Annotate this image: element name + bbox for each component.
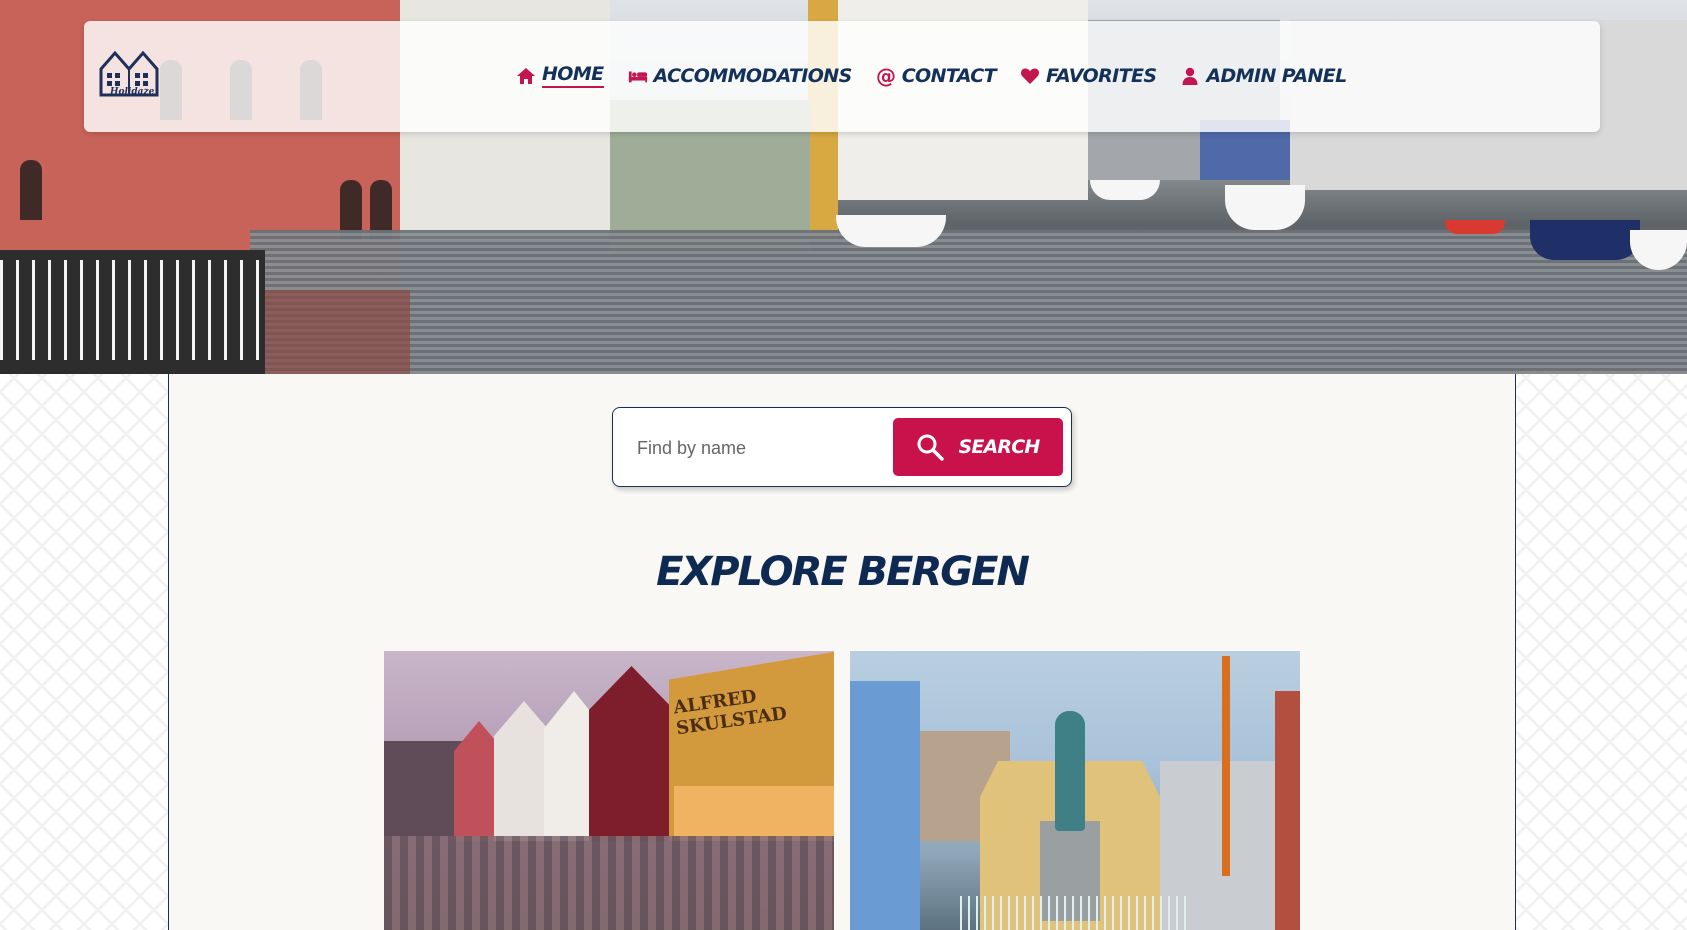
home-icon (517, 67, 535, 84)
search-button-label: Search (958, 436, 1040, 458)
hero-water-reflection (260, 290, 410, 374)
nav-item-label: Contact (901, 64, 997, 87)
user-icon (1182, 67, 1198, 85)
hero-water (250, 230, 1687, 374)
hero-boat-small (1090, 180, 1160, 200)
explore-card-bryggen[interactable]: ALFRED SKULSTAD (384, 651, 834, 930)
at-icon: @ (876, 63, 896, 88)
nav-item-contact[interactable]: @ Contact (876, 63, 997, 88)
main-navbar: Holidaze Home Accommodations @ Contact (84, 21, 1600, 132)
nav-item-accommodations[interactable]: Accommodations (628, 65, 852, 87)
nav-item-label: Accommodations (653, 64, 853, 87)
search-form: Search (612, 407, 1072, 487)
card-image-crane (1222, 656, 1230, 876)
main-content: Search Explore Bergen ALFRED SKULSTAD (168, 374, 1516, 930)
search-button[interactable]: Search (893, 418, 1063, 476)
hero-sailboat (836, 215, 946, 247)
card-image-cobblestones (384, 836, 834, 930)
nav-item-label: Home (542, 63, 604, 88)
search-input[interactable] (627, 426, 867, 470)
explore-card-square[interactable] (850, 651, 1300, 930)
heart-icon (1021, 67, 1040, 84)
section-title: Explore Bergen (656, 549, 1030, 595)
hero-red-boat (1445, 220, 1505, 234)
card-image-statue (1055, 711, 1085, 831)
card-image-fence (960, 896, 1190, 930)
card-image-blue-building (850, 681, 920, 930)
card-image-house (589, 666, 674, 841)
nav-item-admin-panel[interactable]: Admin Panel (1180, 64, 1347, 87)
bed-icon (628, 70, 647, 82)
logo-text: Holidaze (110, 87, 155, 97)
card-image-shop-glow (674, 786, 834, 841)
hero-railing (0, 260, 265, 360)
card-image-red-building (1275, 691, 1300, 930)
nav-item-label: Favorites (1046, 64, 1157, 87)
nav-item-label: Admin Panel (1206, 64, 1347, 87)
search-icon (917, 434, 945, 461)
nav-item-favorites[interactable]: Favorites (1020, 64, 1157, 87)
hero-blue-boat (1530, 220, 1640, 260)
nav-item-home[interactable]: Home (516, 63, 604, 88)
nav-menu: Home Accommodations @ Contact Favorites (516, 63, 1347, 88)
hero-motorboat (1225, 185, 1305, 230)
